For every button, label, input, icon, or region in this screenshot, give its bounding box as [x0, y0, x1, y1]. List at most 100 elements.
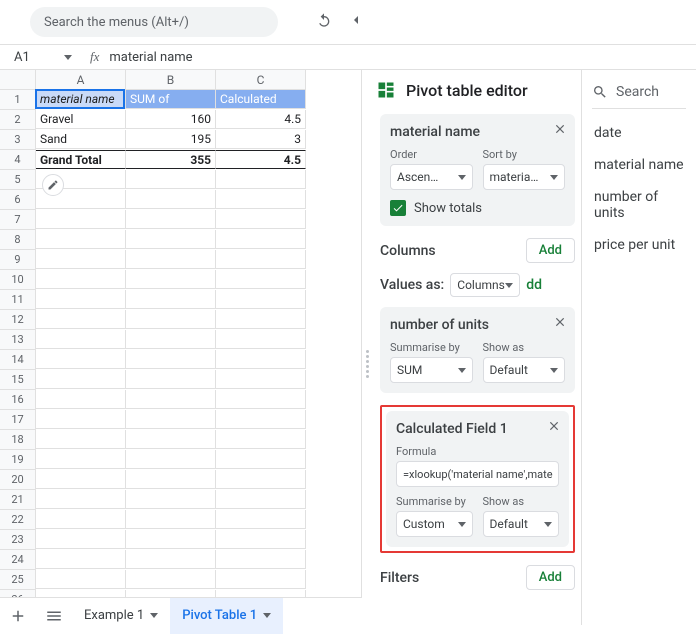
- pencil-icon[interactable]: [42, 174, 64, 196]
- row-header[interactable]: 14: [0, 350, 36, 370]
- cell[interactable]: [126, 410, 216, 429]
- cell-reference[interactable]: A1: [0, 50, 80, 65]
- cell[interactable]: [126, 390, 216, 409]
- summarise-select-calc[interactable]: Custom: [396, 511, 473, 537]
- cell[interactable]: [216, 550, 306, 569]
- row-header[interactable]: 12: [0, 310, 36, 330]
- all-sheets-button[interactable]: [36, 598, 72, 634]
- col-header[interactable]: A: [36, 70, 126, 90]
- row-header[interactable]: 1: [0, 90, 36, 110]
- field-item[interactable]: number of units: [592, 181, 686, 229]
- cell[interactable]: [126, 490, 216, 509]
- cell[interactable]: [36, 230, 126, 249]
- row-header[interactable]: 9: [0, 250, 36, 270]
- col-header[interactable]: C: [216, 70, 306, 90]
- cell[interactable]: [126, 250, 216, 269]
- spreadsheet-grid[interactable]: ABC 1material nameSUM of numberCalculated…: [0, 70, 362, 625]
- row-header[interactable]: 7: [0, 210, 36, 230]
- cell[interactable]: [126, 290, 216, 309]
- cell[interactable]: [216, 190, 306, 209]
- chevron-left-icon[interactable]: [348, 12, 364, 32]
- cell[interactable]: Grand Total: [36, 150, 126, 169]
- cell[interactable]: 160: [126, 110, 216, 129]
- cell[interactable]: [216, 350, 306, 369]
- cell[interactable]: [36, 210, 126, 229]
- order-select[interactable]: Ascen…: [390, 164, 473, 190]
- cell[interactable]: [126, 350, 216, 369]
- cell[interactable]: [126, 170, 216, 189]
- cell[interactable]: [216, 410, 306, 429]
- cell[interactable]: [216, 510, 306, 529]
- cell[interactable]: [126, 550, 216, 569]
- cell[interactable]: [36, 330, 126, 349]
- cell[interactable]: [36, 370, 126, 389]
- cell[interactable]: Gravel: [36, 110, 126, 129]
- cell[interactable]: [216, 570, 306, 589]
- summarise-select[interactable]: SUM: [390, 357, 473, 383]
- col-header[interactable]: B: [126, 70, 216, 90]
- cell[interactable]: [36, 290, 126, 309]
- formula-bar[interactable]: material name: [109, 50, 192, 65]
- formula-input[interactable]: =xlookup('material name',mate: [396, 461, 559, 487]
- row-header[interactable]: 24: [0, 550, 36, 570]
- cell[interactable]: [36, 310, 126, 329]
- row-header[interactable]: 21: [0, 490, 36, 510]
- row-header[interactable]: 16: [0, 390, 36, 410]
- cell[interactable]: [216, 450, 306, 469]
- cell[interactable]: [36, 410, 126, 429]
- field-item[interactable]: material name: [592, 149, 686, 181]
- cell[interactable]: [216, 470, 306, 489]
- add-sheet-button[interactable]: [0, 598, 36, 634]
- close-icon[interactable]: [553, 315, 567, 333]
- show-as-select[interactable]: Default: [483, 357, 566, 383]
- row-header[interactable]: 4: [0, 150, 36, 170]
- cell[interactable]: [36, 490, 126, 509]
- values-as-select[interactable]: Columns: [450, 273, 520, 297]
- row-header[interactable]: 11: [0, 290, 36, 310]
- search-menus-input[interactable]: Search the menus (Alt+/): [30, 7, 278, 37]
- cell[interactable]: [216, 250, 306, 269]
- cell[interactable]: [216, 230, 306, 249]
- row-header[interactable]: 2: [0, 110, 36, 130]
- row-header[interactable]: 22: [0, 510, 36, 530]
- cell[interactable]: [36, 270, 126, 289]
- cell[interactable]: material name: [36, 90, 126, 109]
- cell[interactable]: [216, 170, 306, 189]
- cell[interactable]: [36, 510, 126, 529]
- sheet-tab[interactable]: Example 1: [72, 598, 170, 634]
- cell[interactable]: [36, 350, 126, 369]
- field-item[interactable]: price per unit: [592, 229, 686, 261]
- show-totals-checkbox[interactable]: Show totals: [390, 200, 565, 216]
- row-header[interactable]: 10: [0, 270, 36, 290]
- row-header[interactable]: 20: [0, 470, 36, 490]
- cell[interactable]: Calculated Field: [216, 90, 306, 109]
- cell[interactable]: [216, 270, 306, 289]
- cell[interactable]: [216, 530, 306, 549]
- cell[interactable]: [36, 450, 126, 469]
- row-header[interactable]: 15: [0, 370, 36, 390]
- undo-button[interactable]: [316, 12, 332, 32]
- cell[interactable]: [126, 210, 216, 229]
- cell[interactable]: [126, 510, 216, 529]
- field-item[interactable]: date: [592, 117, 686, 149]
- cell[interactable]: 3: [216, 130, 306, 149]
- cell[interactable]: [126, 310, 216, 329]
- row-header[interactable]: 19: [0, 450, 36, 470]
- cell[interactable]: [126, 530, 216, 549]
- cell[interactable]: [126, 270, 216, 289]
- cell[interactable]: [126, 190, 216, 209]
- cell[interactable]: [126, 470, 216, 489]
- cell[interactable]: [216, 290, 306, 309]
- row-header[interactable]: 6: [0, 190, 36, 210]
- cell[interactable]: [216, 370, 306, 389]
- chevron-down-icon[interactable]: [263, 613, 271, 618]
- close-icon[interactable]: [553, 122, 567, 140]
- cell[interactable]: [216, 390, 306, 409]
- cell[interactable]: [216, 330, 306, 349]
- cell[interactable]: SUM of number: [126, 90, 216, 109]
- cell[interactable]: [126, 230, 216, 249]
- cell[interactable]: 4.5: [216, 110, 306, 129]
- select-all-cell[interactable]: [0, 70, 36, 90]
- cell[interactable]: [216, 490, 306, 509]
- row-header[interactable]: 13: [0, 330, 36, 350]
